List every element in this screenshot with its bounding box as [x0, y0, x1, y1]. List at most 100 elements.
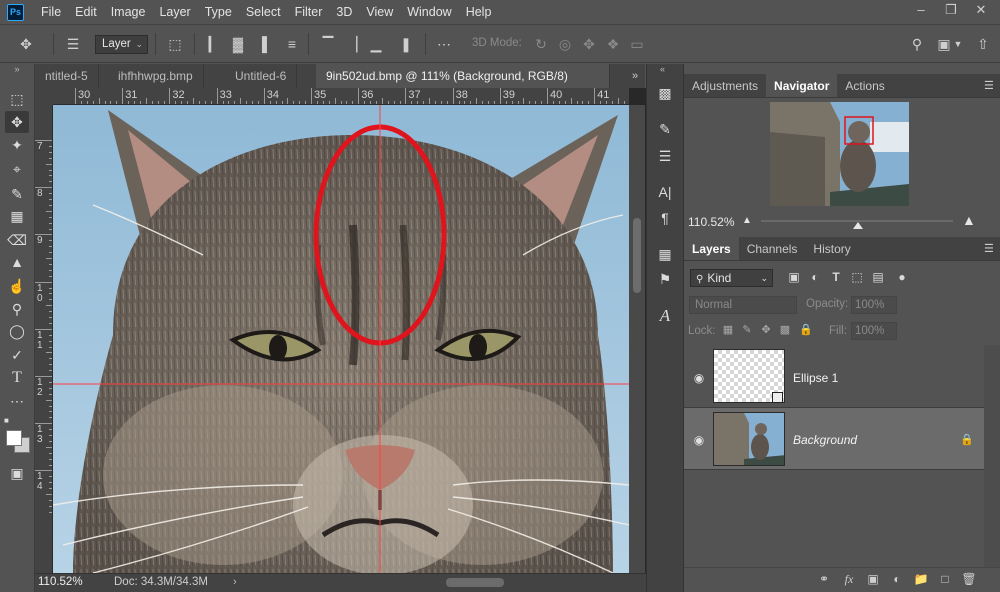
- eye-icon[interactable]: ◉: [692, 433, 706, 447]
- menu-window[interactable]: Window: [400, 0, 458, 25]
- fill-input[interactable]: 100%: [851, 322, 897, 340]
- zoom-level[interactable]: 110.52%: [38, 576, 83, 588]
- filter-adjustment-icon[interactable]: ◐: [806, 268, 824, 286]
- layers-scrollbar[interactable]: [984, 345, 1000, 567]
- crop-tool-icon[interactable]: ⌖: [5, 158, 29, 180]
- align-left-icon[interactable]: ▎: [203, 33, 225, 55]
- 3d-slide-icon[interactable]: ❖: [602, 33, 624, 55]
- menu-filter[interactable]: Filter: [288, 0, 330, 25]
- align-right-icon[interactable]: ▐: [251, 33, 273, 55]
- 3d-orbit-icon[interactable]: ↻: [530, 33, 552, 55]
- menu-help[interactable]: Help: [459, 0, 499, 25]
- menu-file[interactable]: File: [34, 0, 68, 25]
- delete-layer-icon[interactable]: 🗑: [960, 570, 978, 588]
- lock-artboard-icon[interactable]: ▩: [778, 323, 792, 338]
- layer-name[interactable]: Background: [793, 433, 857, 447]
- menu-3d[interactable]: 3D: [329, 0, 359, 25]
- opacity-input[interactable]: 100%: [851, 296, 897, 314]
- more-options-icon[interactable]: ⋯: [433, 33, 455, 55]
- more-tabs-icon[interactable]: »: [626, 64, 644, 88]
- vertical-scroll-thumb[interactable]: [633, 218, 641, 293]
- eye-icon[interactable]: ◉: [692, 371, 706, 385]
- quick-mask-icon[interactable]: ▣: [5, 462, 29, 484]
- paint-bucket-icon[interactable]: ▲: [5, 251, 29, 273]
- auto-select-icon[interactable]: ☰: [62, 33, 84, 55]
- character-styles-icon[interactable]: A: [653, 305, 677, 327]
- tab-history[interactable]: History: [805, 237, 858, 260]
- eyedropper-icon[interactable]: ✓: [5, 344, 29, 366]
- glyphs-icon[interactable]: ⚑: [653, 268, 677, 290]
- vertical-scrollbar[interactable]: [629, 105, 645, 573]
- navigator-thumbnail[interactable]: [770, 102, 909, 206]
- adjustment-layer-icon[interactable]: ◐: [888, 570, 906, 588]
- add-mask-icon[interactable]: ▣: [864, 570, 882, 588]
- align-center-icon[interactable]: ▓: [227, 33, 249, 55]
- magic-wand-icon[interactable]: ✦: [5, 134, 29, 156]
- paragraph-panel-icon[interactable]: ¶: [653, 207, 677, 229]
- fx-icon[interactable]: fx: [840, 570, 858, 588]
- menu-image[interactable]: Image: [104, 0, 153, 25]
- lock-position-icon[interactable]: ✥: [759, 323, 773, 338]
- navigator-zoom-value[interactable]: 110.52%: [688, 215, 734, 229]
- panel-menu-icon[interactable]: ☰: [984, 242, 994, 255]
- vertical-ruler[interactable]: 7 8 9 1 0 1 1 1 2 1 3 1 4: [35, 105, 53, 573]
- dodge-tool-icon[interactable]: ⚲: [5, 298, 29, 320]
- distribute-vertical-icon[interactable]: ❚: [395, 33, 417, 55]
- tab-adjustments[interactable]: Adjustments: [684, 74, 766, 97]
- transform-controls-icon[interactable]: ⬚: [164, 33, 186, 55]
- filter-smart-object-icon[interactable]: ▤: [869, 268, 887, 286]
- character-panel-icon[interactable]: A|: [653, 181, 677, 203]
- zoom-out-icon[interactable]: ▲: [742, 215, 752, 226]
- auto-select-target-dropdown[interactable]: Layer ⌄: [95, 35, 148, 54]
- tab-actions[interactable]: Actions: [837, 74, 892, 97]
- search-icon[interactable]: ⚲: [906, 33, 928, 55]
- tab-ihfhhwpg[interactable]: ihfhhwpg.bmp: [108, 64, 204, 88]
- distribute-icon[interactable]: ≡: [281, 33, 303, 55]
- tab-untitled-5[interactable]: ntitled-5: [35, 64, 99, 88]
- menu-edit[interactable]: Edit: [68, 0, 104, 25]
- healing-brush-icon[interactable]: ▦: [5, 205, 29, 227]
- brush-settings-icon[interactable]: ✎: [653, 118, 677, 140]
- collapse-icon[interactable]: «: [660, 64, 670, 74]
- smudge-tool-icon[interactable]: ☝: [5, 275, 29, 297]
- tab-layers[interactable]: Layers: [684, 237, 739, 260]
- align-top-icon[interactable]: ▔: [317, 33, 339, 55]
- 3d-pan-icon[interactable]: ✥: [578, 33, 600, 55]
- horizontal-ruler[interactable]: 30 31 32 33 34 35 36 37 38 39 40 41: [53, 88, 629, 105]
- collapse-icon[interactable]: »: [5, 64, 29, 74]
- 3d-scale-icon[interactable]: ▭: [626, 33, 648, 55]
- filter-toggle-icon[interactable]: ●: [893, 268, 911, 286]
- filter-type-icon[interactable]: T: [827, 268, 845, 286]
- lock-transparent-icon[interactable]: ▦: [721, 323, 735, 338]
- menu-select[interactable]: Select: [239, 0, 288, 25]
- eraser-tool-icon[interactable]: ⌫: [5, 229, 29, 251]
- minimize-icon[interactable]: –: [906, 0, 936, 22]
- panel-menu-icon[interactable]: ☰: [984, 79, 994, 92]
- layer-name[interactable]: Ellipse 1: [793, 371, 838, 385]
- horizontal-scroll-thumb[interactable]: [446, 578, 504, 587]
- lock-all-icon[interactable]: 🔒: [799, 323, 813, 338]
- zoom-in-icon[interactable]: ▲: [962, 212, 976, 228]
- align-middle-icon[interactable]: ▕: [341, 33, 363, 55]
- align-bottom-icon[interactable]: ▁: [365, 33, 387, 55]
- move-tool-preset-icon[interactable]: ✥: [15, 33, 37, 55]
- tab-channels[interactable]: Channels: [739, 237, 806, 260]
- new-layer-icon[interactable]: □: [936, 570, 954, 588]
- tab-navigator[interactable]: Navigator: [766, 74, 838, 97]
- share-icon[interactable]: ⇧: [972, 33, 994, 55]
- clone-source-icon[interactable]: ▦: [653, 243, 677, 265]
- adjustments-sliders-icon[interactable]: ☰: [653, 145, 677, 167]
- new-group-icon[interactable]: 📁: [912, 570, 930, 588]
- cat-photo-canvas[interactable]: [53, 105, 629, 573]
- menu-type[interactable]: Type: [198, 0, 239, 25]
- menu-layer[interactable]: Layer: [152, 0, 197, 25]
- blend-mode-dropdown[interactable]: Normal: [689, 296, 797, 314]
- tab-untitled-6[interactable]: Untitled-6: [225, 64, 298, 88]
- default-colors-icon[interactable]: ■: [4, 416, 14, 426]
- status-menu-icon[interactable]: ›: [233, 576, 237, 588]
- close-icon[interactable]: ✕: [966, 0, 996, 22]
- ellipse-tool-icon[interactable]: ◯: [5, 320, 29, 342]
- brush-tool-icon[interactable]: ✎: [5, 183, 29, 205]
- layer-filter-dropdown[interactable]: ⚲ Kind ⌄: [690, 269, 773, 287]
- restore-icon[interactable]: ❐: [936, 0, 966, 22]
